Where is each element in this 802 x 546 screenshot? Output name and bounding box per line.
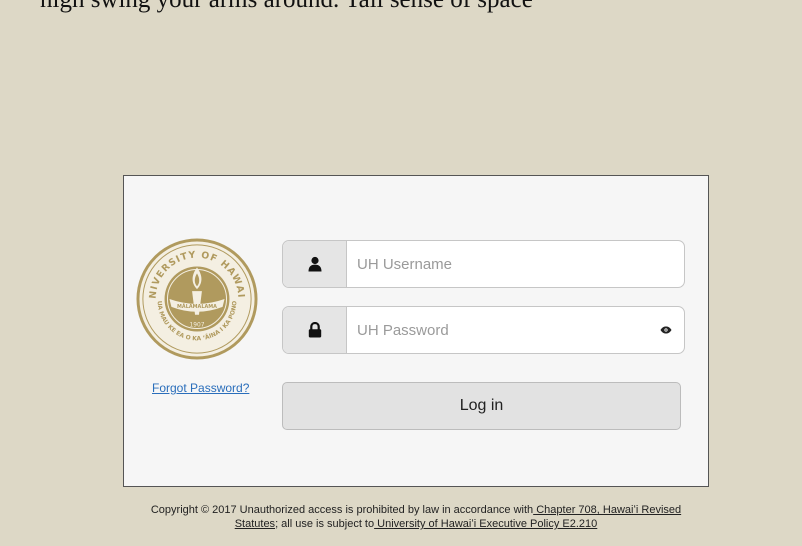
footer-legal-notice: Copyright © 2017 Unauthorized access is …: [130, 503, 702, 531]
footer-text-part-1: Copyright © 2017 Unauthorized access is …: [150, 504, 534, 516]
username-group: [282, 240, 685, 288]
username-field[interactable]: [347, 241, 657, 287]
executive-policy-link[interactable]: University of Hawaiʻi Executive Policy E…: [374, 518, 597, 530]
eye-icon[interactable]: [660, 326, 672, 334]
svg-text:MĀLAMALAMA: MĀLAMALAMA: [177, 303, 217, 310]
login-button[interactable]: Log in: [282, 382, 681, 430]
password-field[interactable]: [347, 307, 657, 353]
password-addon: [283, 307, 347, 353]
username-addon: [283, 241, 347, 287]
footer-text-part-2: ; all use is subject to: [275, 518, 375, 530]
svg-text:1907: 1907: [190, 323, 205, 329]
lock-icon: [308, 322, 321, 338]
university-seal-logo: UNIVERSITY OF HAWAIʻI UA MAU KE EA O KA …: [136, 238, 258, 360]
login-panel: UNIVERSITY OF HAWAIʻI UA MAU KE EA O KA …: [123, 175, 709, 487]
background-heading-text: nigh swing your arms around. Tall sense …: [40, 0, 533, 14]
user-icon: [308, 256, 321, 272]
password-group: [282, 306, 685, 354]
forgot-password-link[interactable]: Forgot Password?: [152, 381, 249, 395]
